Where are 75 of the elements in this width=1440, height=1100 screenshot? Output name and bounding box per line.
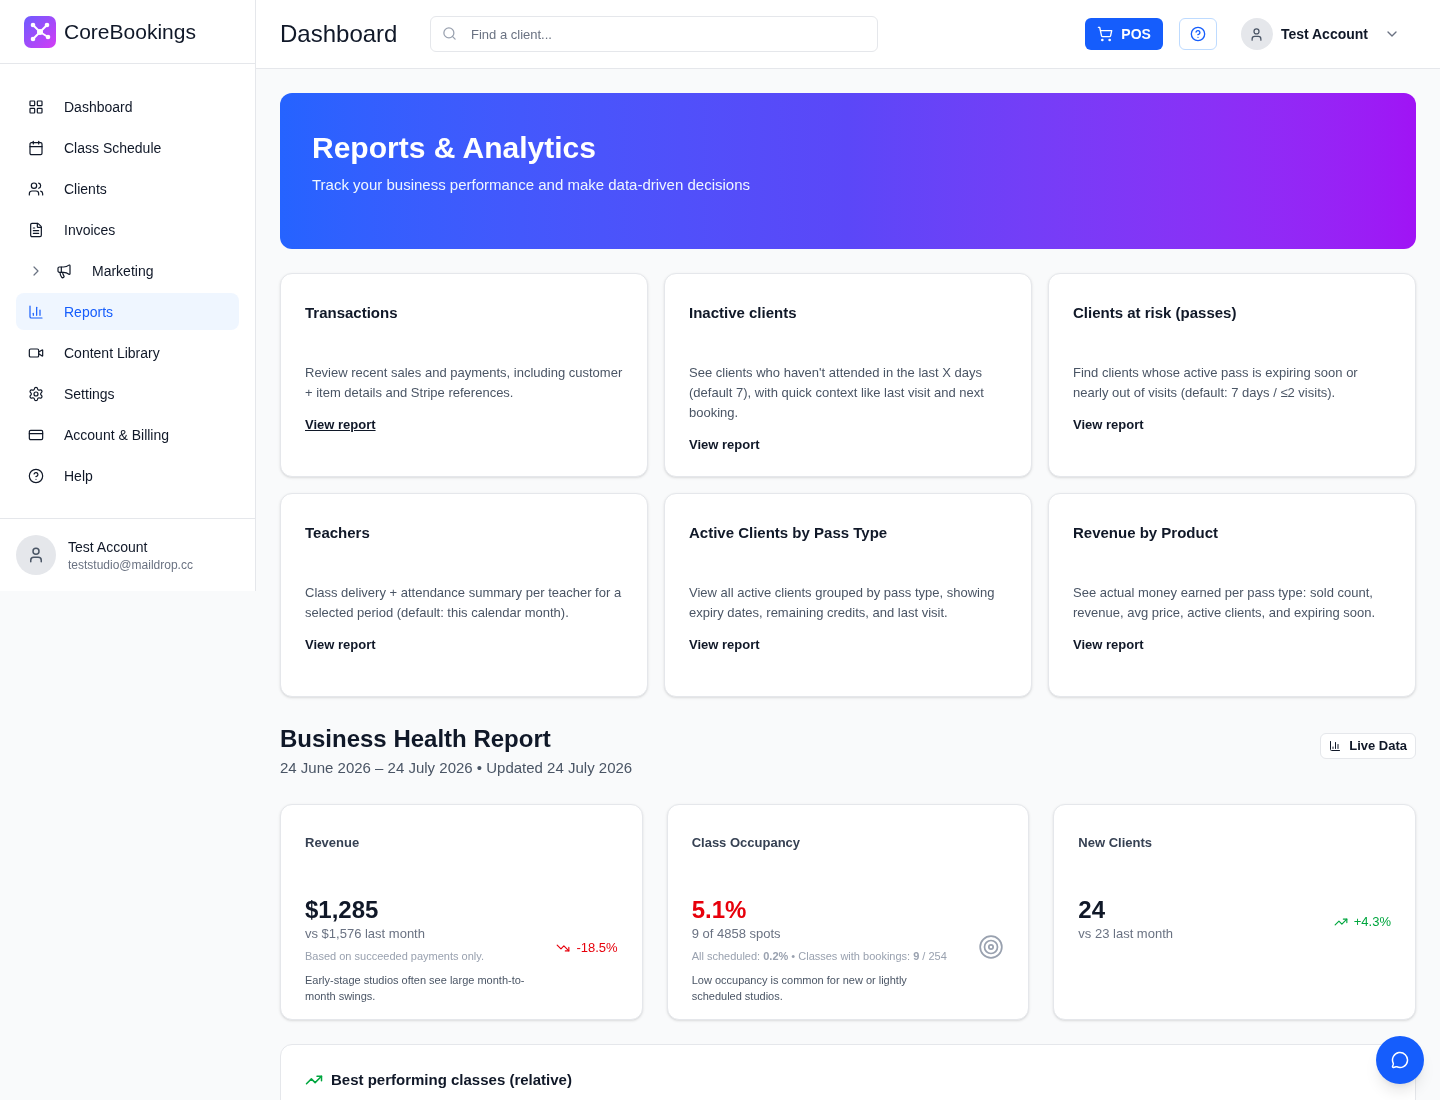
logo-icon <box>24 15 56 48</box>
view-report-link[interactable]: View report <box>689 634 760 654</box>
nav-item[interactable]: Class Schedule <box>16 129 239 166</box>
card-title: Clients at risk (passes) <box>1073 303 1238 323</box>
nav-item[interactable]: Settings <box>16 375 239 412</box>
card-title: Revenue by Product <box>1073 523 1220 543</box>
view-report-link[interactable]: View report <box>1073 634 1144 654</box>
trend-indicator: +4.3% <box>1333 912 1391 932</box>
metric-detail: All scheduled: 0.2% • Classes with bookings: 9 / 254 <box>691 948 947 964</box>
card-title: Best performing classes (relative) <box>331 1069 572 1090</box>
card-description: Find clients whose active pass is expiring soon or nearly out of visits (default: 7 days / ≤2 visits). <box>1073 363 1359 402</box>
pos-button[interactable]: POS <box>1085 18 1163 50</box>
metric-title: New Clients <box>1078 833 1153 852</box>
card-description: See clients who haven't attended in the last X days (default 7), with quick context like last visit and next booking. <box>689 363 985 422</box>
target-icon <box>978 934 1005 960</box>
search-icon <box>442 26 457 41</box>
brand-name: CoreBookings <box>64 18 196 45</box>
metric-note: Early-stage studios often see large month-to-month swings. <box>305 973 526 1004</box>
grid-icon <box>28 98 44 115</box>
card-title: Active Clients by Pass Type <box>689 523 889 543</box>
bar-chart-icon <box>1329 740 1342 752</box>
card-description: Class delivery + attendance summary per teacher for a selected period (default: this calendar month). <box>305 583 623 622</box>
metric-value: 24 <box>1078 896 1107 924</box>
document-icon <box>28 221 44 238</box>
megaphone-icon <box>56 262 72 279</box>
nav-item[interactable]: Reports <box>16 293 239 330</box>
nav-item[interactable]: Invoices <box>16 211 239 248</box>
card-title: Transactions <box>305 303 399 323</box>
nav-item[interactable]: Content Library <box>16 334 239 371</box>
bar-chart-icon <box>28 303 44 320</box>
card-description: Review recent sales and payments, including customer + item details and Stripe references. <box>305 363 623 402</box>
metric-title: Revenue <box>305 833 361 852</box>
card-description: View all active clients grouped by pass type, showing expiry dates, remaining credits, and last visit. <box>689 583 996 622</box>
user-menu[interactable]: Test Account <box>1240 18 1400 50</box>
metric-title: Class Occupancy <box>691 833 802 852</box>
help-icon <box>28 467 44 484</box>
view-report-link[interactable]: View report <box>305 414 376 434</box>
report-period: 24 June 2026 – 24 July 2026 • Updated 24 July 2026 <box>280 758 633 778</box>
account-name: Test Account <box>68 538 149 557</box>
trend-indicator: -18.5% <box>556 938 618 958</box>
card-description: See actual money earned per pass type: sold count, revenue, avg price, active clients, and expiring soon. <box>1073 583 1377 622</box>
section-title: Business Health Report <box>280 725 552 753</box>
nav-item[interactable]: Clients <box>16 170 239 207</box>
settings-icon <box>28 385 44 402</box>
view-report-link[interactable]: View report <box>689 434 760 454</box>
help-icon <box>1189 26 1206 42</box>
metric-comparison: 9 of 4858 spots <box>691 925 782 943</box>
metric-value: 5.1% <box>691 896 748 924</box>
chat-icon <box>1391 1051 1409 1069</box>
help-button[interactable] <box>1178 18 1217 50</box>
user-icon <box>1249 26 1265 42</box>
view-report-link[interactable]: View report <box>1073 414 1144 434</box>
metric-detail: Based on succeeded payments only. <box>305 948 485 964</box>
card-title: Inactive clients <box>689 303 798 323</box>
calendar-icon <box>28 139 44 156</box>
search-field[interactable]: Find a client... <box>430 16 878 52</box>
nav-item[interactable]: Help <box>16 457 239 494</box>
metric-comparison: vs $1,576 last month <box>305 925 426 943</box>
page-title: Dashboard <box>280 19 399 49</box>
account-email: teststudio@maildrop.cc <box>68 557 193 573</box>
metric-value: $1,285 <box>305 896 380 924</box>
hero-subtitle: Track your business performance and make data-driven decisions <box>312 175 751 195</box>
metric-note: Low occupancy is common for new or lightly scheduled studios. <box>691 973 908 1004</box>
metric-comparison: vs 23 last month <box>1078 925 1173 943</box>
view-report-link[interactable]: View report <box>305 634 376 654</box>
cart-icon <box>1097 26 1114 42</box>
nav-item[interactable]: Account & Billing <box>16 416 239 453</box>
card-title: Teachers <box>305 523 371 543</box>
chat-button[interactable] <box>1376 1036 1424 1084</box>
users-icon <box>28 180 44 197</box>
user-icon <box>27 546 45 564</box>
hero-title: Reports & Analytics <box>312 130 597 166</box>
nav-item[interactable]: Dashboard <box>16 88 239 125</box>
nav-item[interactable]: Marketing <box>16 252 239 289</box>
live-data-badge: Live Data <box>1320 733 1416 759</box>
